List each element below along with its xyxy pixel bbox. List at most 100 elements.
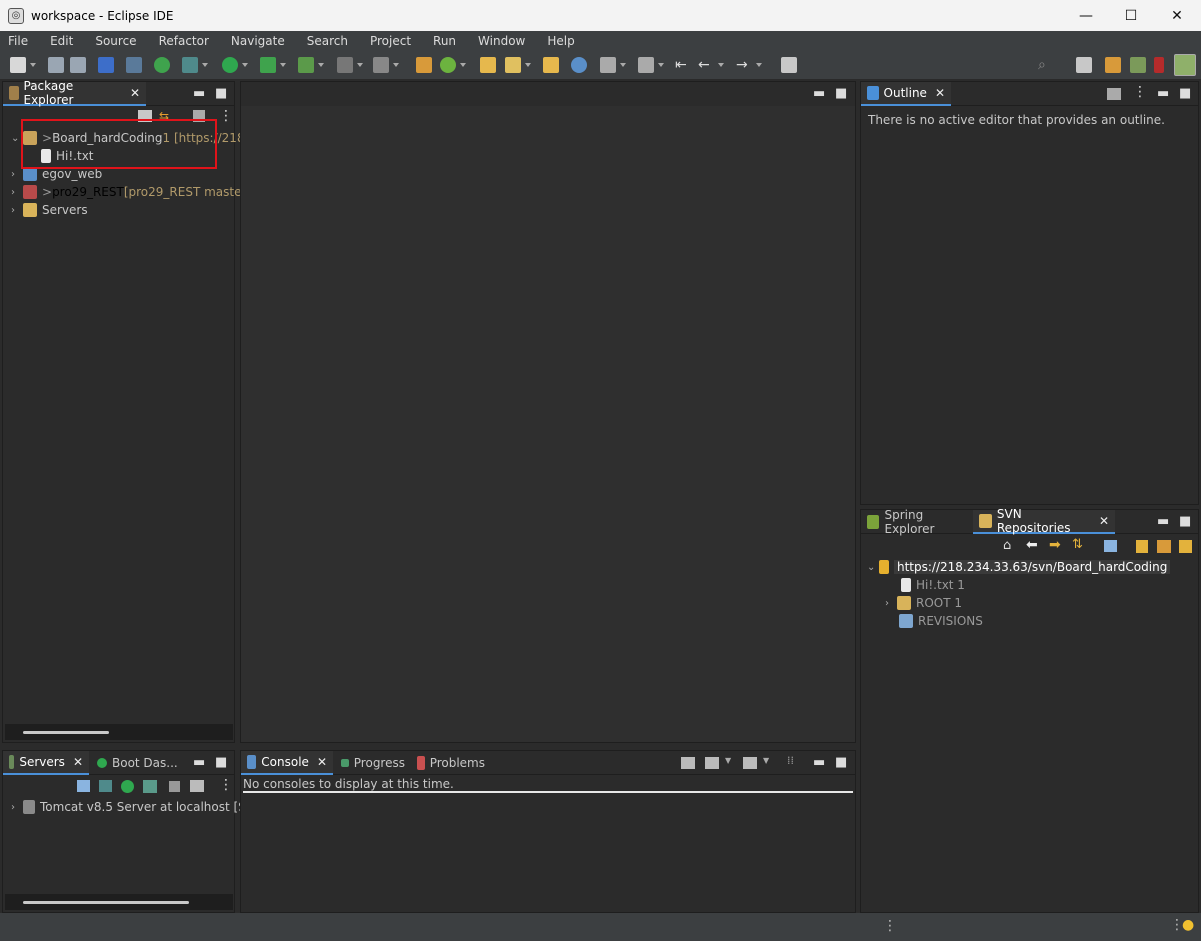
stop-icon[interactable]: [337, 57, 363, 73]
pin-console-icon[interactable]: [681, 757, 695, 769]
save-all-icon[interactable]: [70, 57, 86, 73]
tree-item-svn-repo[interactable]: ⌄ https://218.234.33.63/svn/Board_hardCo…: [867, 558, 1171, 576]
new-repository-icon[interactable]: [1136, 540, 1148, 553]
tab-servers[interactable]: Servers ✕: [3, 751, 89, 775]
menu-file[interactable]: File: [0, 34, 36, 48]
horizontal-scrollbar[interactable]: [5, 724, 233, 740]
tree-item-root[interactable]: › ROOT 1: [885, 594, 962, 612]
last-edit-icon[interactable]: ⇤: [675, 57, 691, 73]
close-tab-icon[interactable]: ✕: [317, 755, 327, 769]
tip-lightbulb-icon[interactable]: ●: [1182, 917, 1194, 933]
view-menu-icon[interactable]: ⋮: [1133, 84, 1147, 100]
forward-icon[interactable]: ➡: [1049, 537, 1061, 553]
tab-progress[interactable]: Progress: [335, 751, 411, 775]
close-tab-icon[interactable]: ✕: [130, 86, 140, 100]
tree-item-servers[interactable]: › Servers: [11, 201, 88, 219]
menu-window[interactable]: Window: [470, 34, 533, 48]
tab-svn-repositories[interactable]: SVN Repositories ✕: [973, 507, 1115, 535]
tab-console[interactable]: Console ✕: [241, 751, 333, 775]
debug-perspective-icon[interactable]: [1130, 57, 1146, 73]
menu-refactor[interactable]: Refactor: [151, 34, 217, 48]
collapsed-chevron-icon[interactable]: ›: [11, 187, 23, 198]
view-menu-icon[interactable]: ⁞⁞: [787, 754, 794, 767]
scrollbar-thumb[interactable]: [23, 901, 189, 904]
java-ee-perspective-icon[interactable]: [1105, 57, 1121, 73]
new-icon[interactable]: [10, 57, 36, 73]
publish-icon[interactable]: [190, 780, 204, 792]
maximize-icon[interactable]: ■: [1179, 514, 1191, 529]
stop-server-icon[interactable]: [169, 781, 180, 792]
scrollbar-thumb[interactable]: [23, 731, 109, 734]
external-tools-icon[interactable]: [298, 57, 324, 73]
horizontal-scrollbar[interactable]: [5, 894, 233, 910]
open-folder-icon[interactable]: [543, 57, 559, 73]
maximize-icon[interactable]: ■: [835, 755, 847, 770]
minimize-icon[interactable]: ▬: [813, 86, 825, 101]
import-icon[interactable]: [1157, 540, 1171, 553]
menu-edit[interactable]: Edit: [42, 34, 81, 48]
globe-icon[interactable]: [571, 57, 587, 73]
minimize-icon[interactable]: ▬: [1157, 86, 1169, 101]
menu-help[interactable]: Help: [539, 34, 582, 48]
maximize-icon[interactable]: ■: [835, 86, 847, 101]
maximize-icon[interactable]: ■: [215, 755, 227, 770]
menu-search[interactable]: Search: [299, 34, 356, 48]
maximize-button[interactable]: ☐: [1108, 0, 1154, 31]
status-separator[interactable]: ⋮: [883, 918, 897, 934]
close-tab-icon[interactable]: ✕: [73, 755, 83, 769]
maximize-icon[interactable]: ■: [1179, 86, 1191, 101]
collapsed-chevron-icon[interactable]: ›: [885, 598, 897, 609]
view-menu-icon[interactable]: ⋮: [219, 777, 233, 793]
close-button[interactable]: ✕: [1154, 0, 1200, 31]
minimize-icon[interactable]: ▬: [193, 86, 205, 101]
new-package-icon[interactable]: [416, 57, 432, 73]
close-tab-icon[interactable]: ✕: [935, 86, 945, 100]
brush-icon[interactable]: [505, 57, 531, 73]
tab-outline[interactable]: Outline ✕: [861, 82, 951, 106]
debug-icon[interactable]: [182, 57, 208, 73]
deploy-icon[interactable]: [373, 57, 399, 73]
open-type-icon[interactable]: [480, 57, 496, 73]
menu-project[interactable]: Project: [362, 34, 419, 48]
minimize-icon[interactable]: ▬: [813, 755, 825, 770]
close-tab-icon[interactable]: ✕: [1099, 514, 1109, 528]
home-icon[interactable]: ⌂: [1003, 538, 1011, 553]
checkout-icon[interactable]: [1179, 540, 1192, 553]
maximize-icon[interactable]: ■: [215, 86, 227, 101]
menu-source[interactable]: Source: [87, 34, 144, 48]
run-icon[interactable]: [222, 57, 248, 73]
dropdown-icon[interactable]: ▼: [725, 756, 731, 765]
minimize-button[interactable]: —: [1063, 0, 1109, 31]
menu-navigate[interactable]: Navigate: [223, 34, 293, 48]
tree-item-revisions[interactable]: REVISIONS: [899, 612, 983, 630]
search-icon[interactable]: ⌕: [1038, 57, 1054, 73]
search-tool-icon[interactable]: [126, 57, 142, 73]
tree-item-pro29-rest[interactable]: › > pro29_REST [pro29_REST master]: [11, 183, 251, 201]
server-row-tomcat[interactable]: › Tomcat v8.5 Server at localhost [S: [11, 798, 246, 816]
new-class-icon[interactable]: [440, 57, 466, 73]
pin-editor-icon[interactable]: [781, 57, 797, 73]
save-icon[interactable]: [48, 57, 64, 73]
dropdown-icon[interactable]: ▼: [763, 756, 769, 765]
open-console-icon[interactable]: [743, 757, 757, 769]
tab-spring-explorer[interactable]: Spring Explorer: [861, 508, 973, 536]
prev-annotation-icon[interactable]: [638, 57, 664, 73]
collapse-icon[interactable]: [77, 780, 90, 792]
filter-icon[interactable]: [1107, 88, 1121, 100]
refresh-icon[interactable]: ⇅: [1072, 537, 1083, 552]
display-console-icon[interactable]: [705, 757, 719, 769]
spring-boot-icon[interactable]: [154, 57, 170, 73]
open-perspective-icon[interactable]: [1076, 57, 1092, 73]
tree-item-hi-txt[interactable]: Hi!.txt 1: [901, 576, 965, 594]
tab-problems[interactable]: Problems: [411, 751, 491, 775]
forward-icon[interactable]: →: [736, 57, 762, 73]
debug-server-icon[interactable]: [99, 780, 112, 792]
menu-run[interactable]: Run: [425, 34, 464, 48]
svn-perspective-icon[interactable]: [1154, 57, 1164, 73]
collapsed-chevron-icon[interactable]: ›: [11, 802, 23, 813]
collapsed-chevron-icon[interactable]: ›: [11, 205, 23, 216]
collapsed-chevron-icon[interactable]: ›: [11, 169, 23, 180]
coverage-icon[interactable]: [260, 57, 286, 73]
view-menu-icon[interactable]: ⋮: [219, 108, 233, 124]
minimize-icon[interactable]: ▬: [193, 755, 205, 770]
